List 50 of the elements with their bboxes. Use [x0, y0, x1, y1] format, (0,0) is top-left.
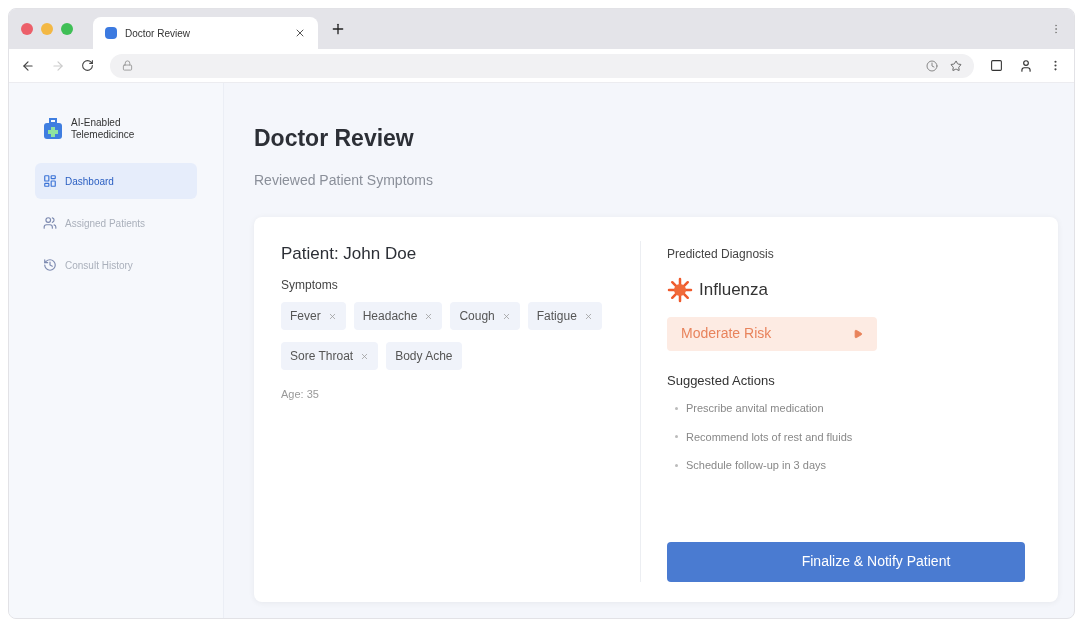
- close-tab-icon[interactable]: [294, 27, 306, 39]
- remove-icon[interactable]: [424, 311, 434, 321]
- brand-name: AI-Enabled Telemedicince: [71, 117, 136, 141]
- sidebar-item[interactable]: Dashboard: [35, 163, 197, 199]
- back-icon[interactable]: [21, 58, 35, 73]
- page-subtitle: Reviewed Patient Symptoms: [254, 170, 434, 190]
- play-icon: [853, 328, 863, 339]
- minimize-window-icon[interactable]: [41, 23, 53, 35]
- patient-age: Age: 35: [281, 387, 320, 402]
- forward-icon[interactable]: [51, 58, 65, 73]
- maximize-window-icon[interactable]: [61, 23, 73, 35]
- virus-icon: [667, 276, 693, 303]
- remove-icon[interactable]: [501, 311, 511, 321]
- action-item: Recommend lots of rest and fluids: [686, 429, 853, 445]
- diagnosis-name: Influenza: [699, 278, 768, 301]
- remove-icon[interactable]: [360, 351, 370, 361]
- symptom-tag[interactable]: Sore Throat: [281, 342, 379, 370]
- page-title: Doctor Review: [254, 124, 415, 153]
- symptom-tag[interactable]: Cough: [450, 302, 520, 330]
- browser-tab[interactable]: Doctor Review: [93, 17, 318, 49]
- symptom-tag[interactable]: Headache: [353, 302, 443, 330]
- patients-icon: [43, 216, 57, 230]
- symptom-tag[interactable]: Fever: [281, 302, 346, 330]
- history-icon[interactable]: [926, 59, 938, 72]
- bookmark-star-icon[interactable]: [950, 59, 962, 72]
- history-icon: [43, 258, 57, 272]
- action-item: Schedule follow-up in 3 days: [686, 458, 827, 473]
- bullet-icon: [675, 463, 678, 467]
- bullet-icon: [675, 435, 678, 439]
- profile-icon[interactable]: [1019, 58, 1033, 73]
- symptom-tag[interactable]: Fatigue: [527, 302, 602, 330]
- sidebar-toggle-icon[interactable]: [990, 59, 1003, 72]
- remove-icon[interactable]: [327, 311, 337, 321]
- finalize-button[interactable]: Finalize & Notify Patient: [667, 541, 1025, 582]
- close-window-icon[interactable]: [21, 23, 33, 35]
- symptoms-label: Symptoms: [281, 277, 339, 294]
- diagnosis-label: Predicted Diagnosis: [667, 245, 775, 263]
- patient-name: Patient: John Doe: [281, 242, 418, 265]
- tab-title: Doctor Review: [125, 26, 192, 41]
- actions-heading: Suggested Actions: [667, 371, 776, 390]
- reload-icon[interactable]: [81, 59, 94, 72]
- lock-icon: [122, 60, 133, 71]
- symptom-tag[interactable]: Body Ache: [386, 342, 462, 370]
- bullet-icon: [675, 406, 678, 410]
- dashboard-icon: [43, 174, 57, 188]
- action-item: Prescribe anvital medication: [686, 401, 824, 416]
- tab-favicon-icon: [105, 27, 117, 39]
- medical-kit-icon: [43, 118, 63, 140]
- new-tab-icon[interactable]: [330, 21, 346, 37]
- remove-icon[interactable]: [583, 311, 593, 321]
